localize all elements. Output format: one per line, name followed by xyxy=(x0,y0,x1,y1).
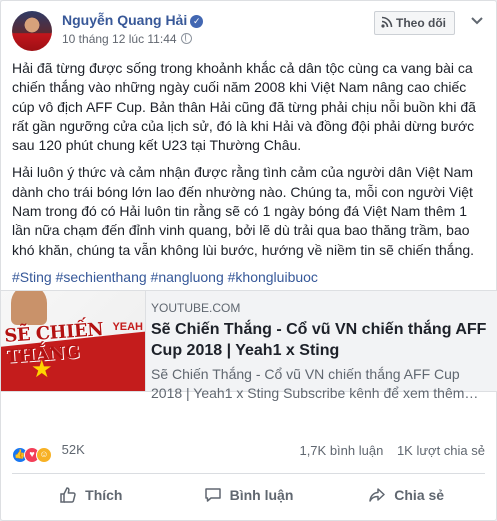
link-body[interactable]: YOUTUBE.COM Sẽ Chiến Thắng - Cổ vũ VN ch… xyxy=(151,301,488,403)
post-stats: 👍 ♥ ☺ 52K 1,7K bình luận 1K lượt chia sẻ xyxy=(12,441,485,463)
follow-label: Theo dõi xyxy=(396,16,446,30)
share-arrow-icon xyxy=(369,487,386,502)
link-preview[interactable]: ★ SẼ CHIẾN THẮNG YEAH YOUTUBE.COM Sẽ Chi… xyxy=(1,290,497,401)
post-meta: 10 tháng 12 lúc 11:44 xyxy=(62,32,192,46)
follow-button[interactable]: Theo dõi xyxy=(374,11,455,35)
post-card: Nguyễn Quang Hải ✓ 10 tháng 12 lúc 11:44 … xyxy=(0,0,497,521)
link-thumbnail[interactable]: ★ SẼ CHIẾN THẮNG YEAH xyxy=(1,291,146,391)
hashtags[interactable]: #Sting #sechienthang #nangluong #khonglu… xyxy=(12,268,485,287)
post-header: Nguyễn Quang Hải ✓ 10 tháng 12 lúc 11:44 … xyxy=(12,10,485,52)
stats-right: 1,7K bình luận 1K lượt chia sẻ xyxy=(289,443,485,458)
haha-reaction-icon[interactable]: ☺ xyxy=(36,447,52,463)
player-figure xyxy=(11,291,47,325)
avatar[interactable] xyxy=(12,11,52,51)
comment-button[interactable]: Bình luận xyxy=(170,474,328,515)
post-paragraph-1: Hải đã từng được sống trong khoảnh khắc … xyxy=(12,60,476,154)
like-button[interactable]: Thích xyxy=(12,474,170,515)
comment-count[interactable]: 1,7K bình luận xyxy=(299,443,383,458)
timestamp[interactable]: 10 tháng 12 lúc 11:44 xyxy=(62,32,177,46)
reaction-count[interactable]: 52K xyxy=(62,442,85,457)
post-text: Hải đã từng được sống trong khoảnh khắc … xyxy=(12,59,485,295)
comment-label: Bình luận xyxy=(229,486,294,503)
rss-icon xyxy=(381,16,393,28)
link-title[interactable]: Sẽ Chiến Thắng - Cổ vũ VN chiến thắng AF… xyxy=(151,319,488,361)
share-count[interactable]: 1K lượt chia sẻ xyxy=(397,443,485,458)
post-paragraph-2: Hải luôn ý thức và cảm nhận được rằng tì… xyxy=(12,164,475,258)
chevron-down-icon[interactable] xyxy=(469,12,485,28)
thumbnail-brand: YEAH xyxy=(112,321,143,333)
verified-badge-icon: ✓ xyxy=(190,15,204,28)
link-description: Sẽ Chiến Thắng - Cổ vũ VN chiến thắng AF… xyxy=(151,366,479,401)
thumbs-up-icon xyxy=(60,486,76,503)
link-domain: YOUTUBE.COM xyxy=(151,301,241,315)
share-button[interactable]: Chia sẻ xyxy=(327,474,485,515)
author-name-text[interactable]: Nguyễn Quang Hải xyxy=(62,12,187,28)
action-bar: Thích Bình luận Chia sẻ xyxy=(12,473,485,515)
author-name[interactable]: Nguyễn Quang Hải ✓ xyxy=(62,12,204,28)
globe-icon xyxy=(180,33,192,44)
share-label: Chia sẻ xyxy=(394,486,445,503)
like-label: Thích xyxy=(85,486,123,503)
comment-icon xyxy=(204,487,221,502)
